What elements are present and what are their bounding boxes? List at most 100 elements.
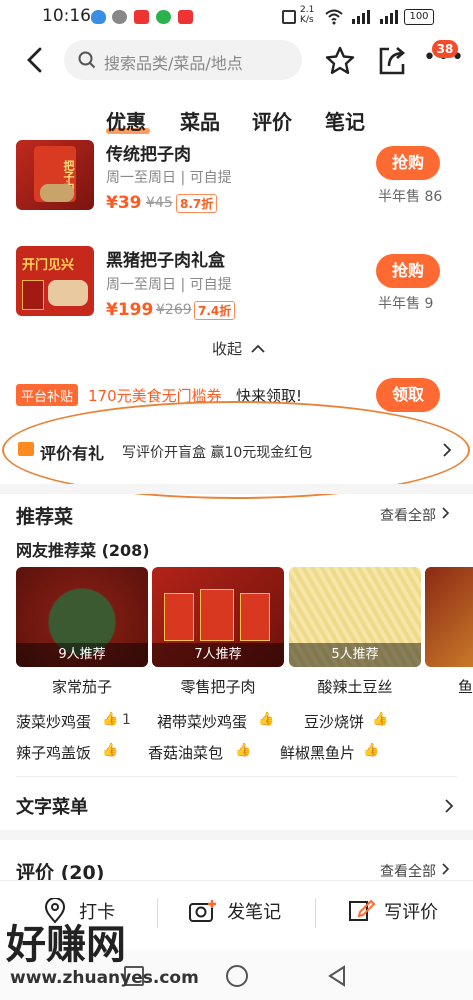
chevron-right-icon	[442, 863, 450, 875]
write-review-button[interactable]: 写评价	[347, 898, 438, 924]
back-nav-icon[interactable]	[326, 964, 348, 988]
recommended-dish[interactable]: 辣子鸡盖饭	[16, 742, 91, 763]
net-speed: 2.1 K/s	[300, 5, 315, 25]
section-divider	[0, 830, 473, 840]
see-all-label: 查看全部	[380, 508, 436, 524]
thumbs-up-icon: 👍	[235, 743, 252, 758]
deal-thumbnail[interactable]: 开门见兴	[16, 246, 94, 316]
post-note-button[interactable]: 发笔记	[188, 898, 281, 924]
recommend-subtitle: 网友推荐菜 (208)	[16, 541, 150, 560]
product-box-image	[164, 593, 194, 641]
post-note-label: 发笔记	[227, 902, 282, 923]
share-icon[interactable]	[377, 44, 407, 76]
app-icon	[134, 10, 149, 24]
deal-thumbnail-label: 开门见兴	[22, 258, 75, 273]
deal-price: ¥39	[106, 193, 142, 213]
dish-card[interactable]: 5人推荐	[289, 567, 421, 667]
recommended-dish[interactable]: 豆沙烧饼	[304, 711, 364, 732]
dish-card[interactable]: 9人推荐	[16, 567, 148, 667]
app-icon	[178, 10, 193, 24]
deal-availability: 周一至周日 | 可自提	[106, 277, 232, 293]
chevron-right-icon	[442, 507, 450, 519]
deal-thumbnail[interactable]: 把子肉	[16, 140, 94, 210]
section-divider	[0, 484, 473, 494]
battery-icon: 100	[404, 9, 434, 25]
thumbs-up-icon: 👍	[363, 743, 380, 758]
divider	[157, 898, 158, 928]
recommend-see-all[interactable]: 查看全部	[380, 505, 451, 525]
camera-icon	[189, 900, 216, 922]
notification-badge: 38	[432, 40, 458, 58]
write-review-label: 写评价	[384, 902, 439, 923]
chevron-right-icon	[445, 799, 454, 813]
text-menu-title: 文字菜单	[16, 797, 88, 818]
buy-button[interactable]: 抢购	[376, 146, 440, 180]
thumbs-up-icon: 👍	[372, 712, 389, 727]
dish-name: 零售把子肉	[180, 678, 256, 696]
search-icon	[78, 51, 96, 69]
divider	[16, 776, 457, 777]
subsidy-tag: 平台补贴	[16, 384, 79, 406]
divider	[315, 898, 316, 928]
collapse-toggle[interactable]: 收起	[212, 338, 265, 359]
reviews-see-all[interactable]: 查看全部	[380, 861, 451, 881]
shield-icon	[91, 10, 106, 24]
dish-recommend-count: 9人推荐	[16, 643, 148, 667]
alarm-icon	[282, 10, 296, 24]
back-arrow-icon[interactable]	[22, 46, 50, 74]
search-input[interactable]: 搜索品类/菜品/地点	[64, 40, 302, 80]
deal-name[interactable]: 传统把子肉	[106, 140, 191, 165]
like-count: 1	[122, 712, 131, 728]
tab-reviews[interactable]: 评价	[252, 106, 292, 135]
dish-name: 酸辣土豆丝	[317, 678, 393, 696]
deal-sold-count: 半年售 9	[378, 296, 434, 312]
deal-availability: 周一至周日 | 可自提	[106, 170, 232, 186]
wifi-icon	[325, 9, 343, 25]
deal-discount: 7.4折	[194, 301, 236, 320]
thumbs-up-icon: 👍	[102, 712, 119, 727]
edit-review-icon	[349, 899, 376, 921]
watermark-url: www.zhuanyes.com	[10, 968, 199, 988]
search-placeholder: 搜索品类/菜品/地点	[104, 54, 243, 73]
recommended-dish[interactable]: 菠菜炒鸡蛋	[16, 711, 91, 732]
recommended-dish[interactable]: 裙带菜炒鸡蛋	[157, 711, 247, 732]
deal-price: ¥199	[106, 300, 154, 320]
deal-old-price: ¥269	[156, 302, 192, 318]
meat-image	[48, 280, 88, 306]
status-time: 10:16	[42, 6, 91, 26]
deal-old-price: ¥45	[146, 195, 173, 211]
text-menu-row[interactable]: 文字菜单	[0, 780, 473, 828]
meat-image	[40, 184, 74, 202]
home-icon[interactable]	[226, 965, 248, 987]
dish-recommend-count: 5人推荐	[289, 643, 421, 667]
deal-sold-count: 半年售 86	[378, 189, 443, 205]
thumbs-up-icon: 👍	[258, 712, 275, 727]
box-image	[22, 280, 44, 310]
signal-icon	[380, 10, 398, 24]
claim-button[interactable]: 领取	[376, 378, 440, 412]
buy-button[interactable]: 抢购	[376, 254, 440, 288]
dish-recommend-count: 7人推荐	[152, 643, 284, 667]
signal-icon	[352, 10, 370, 24]
watermark-logo: 好赚网	[6, 921, 126, 968]
chevron-up-icon	[251, 344, 265, 353]
product-box-image	[200, 589, 234, 641]
tab-deals[interactable]: 优惠	[106, 106, 146, 135]
dish-name: 家常茄子	[51, 678, 112, 696]
wechat-icon	[112, 10, 127, 24]
favorite-star-icon[interactable]	[324, 45, 356, 77]
dish-name: 鱼	[458, 678, 473, 696]
app-icon	[156, 10, 171, 24]
status-bar: 10:16 2.1 K/s 100	[0, 0, 473, 34]
collapse-label: 收起	[212, 340, 243, 358]
recommended-dish[interactable]: 香菇油菜包	[148, 742, 223, 763]
recommended-dish[interactable]: 鲜椒黑鱼片	[280, 742, 355, 763]
deal-name[interactable]: 黑猪把子肉礼盒	[106, 246, 225, 271]
dish-card[interactable]	[425, 567, 473, 667]
tab-notes[interactable]: 笔记	[325, 106, 365, 135]
deal-discount: 8.7折	[176, 194, 218, 213]
tab-dishes[interactable]: 菜品	[180, 106, 220, 135]
dish-card[interactable]: 7人推荐	[152, 567, 284, 667]
product-box-image	[240, 593, 270, 641]
see-all-label: 查看全部	[380, 864, 436, 880]
